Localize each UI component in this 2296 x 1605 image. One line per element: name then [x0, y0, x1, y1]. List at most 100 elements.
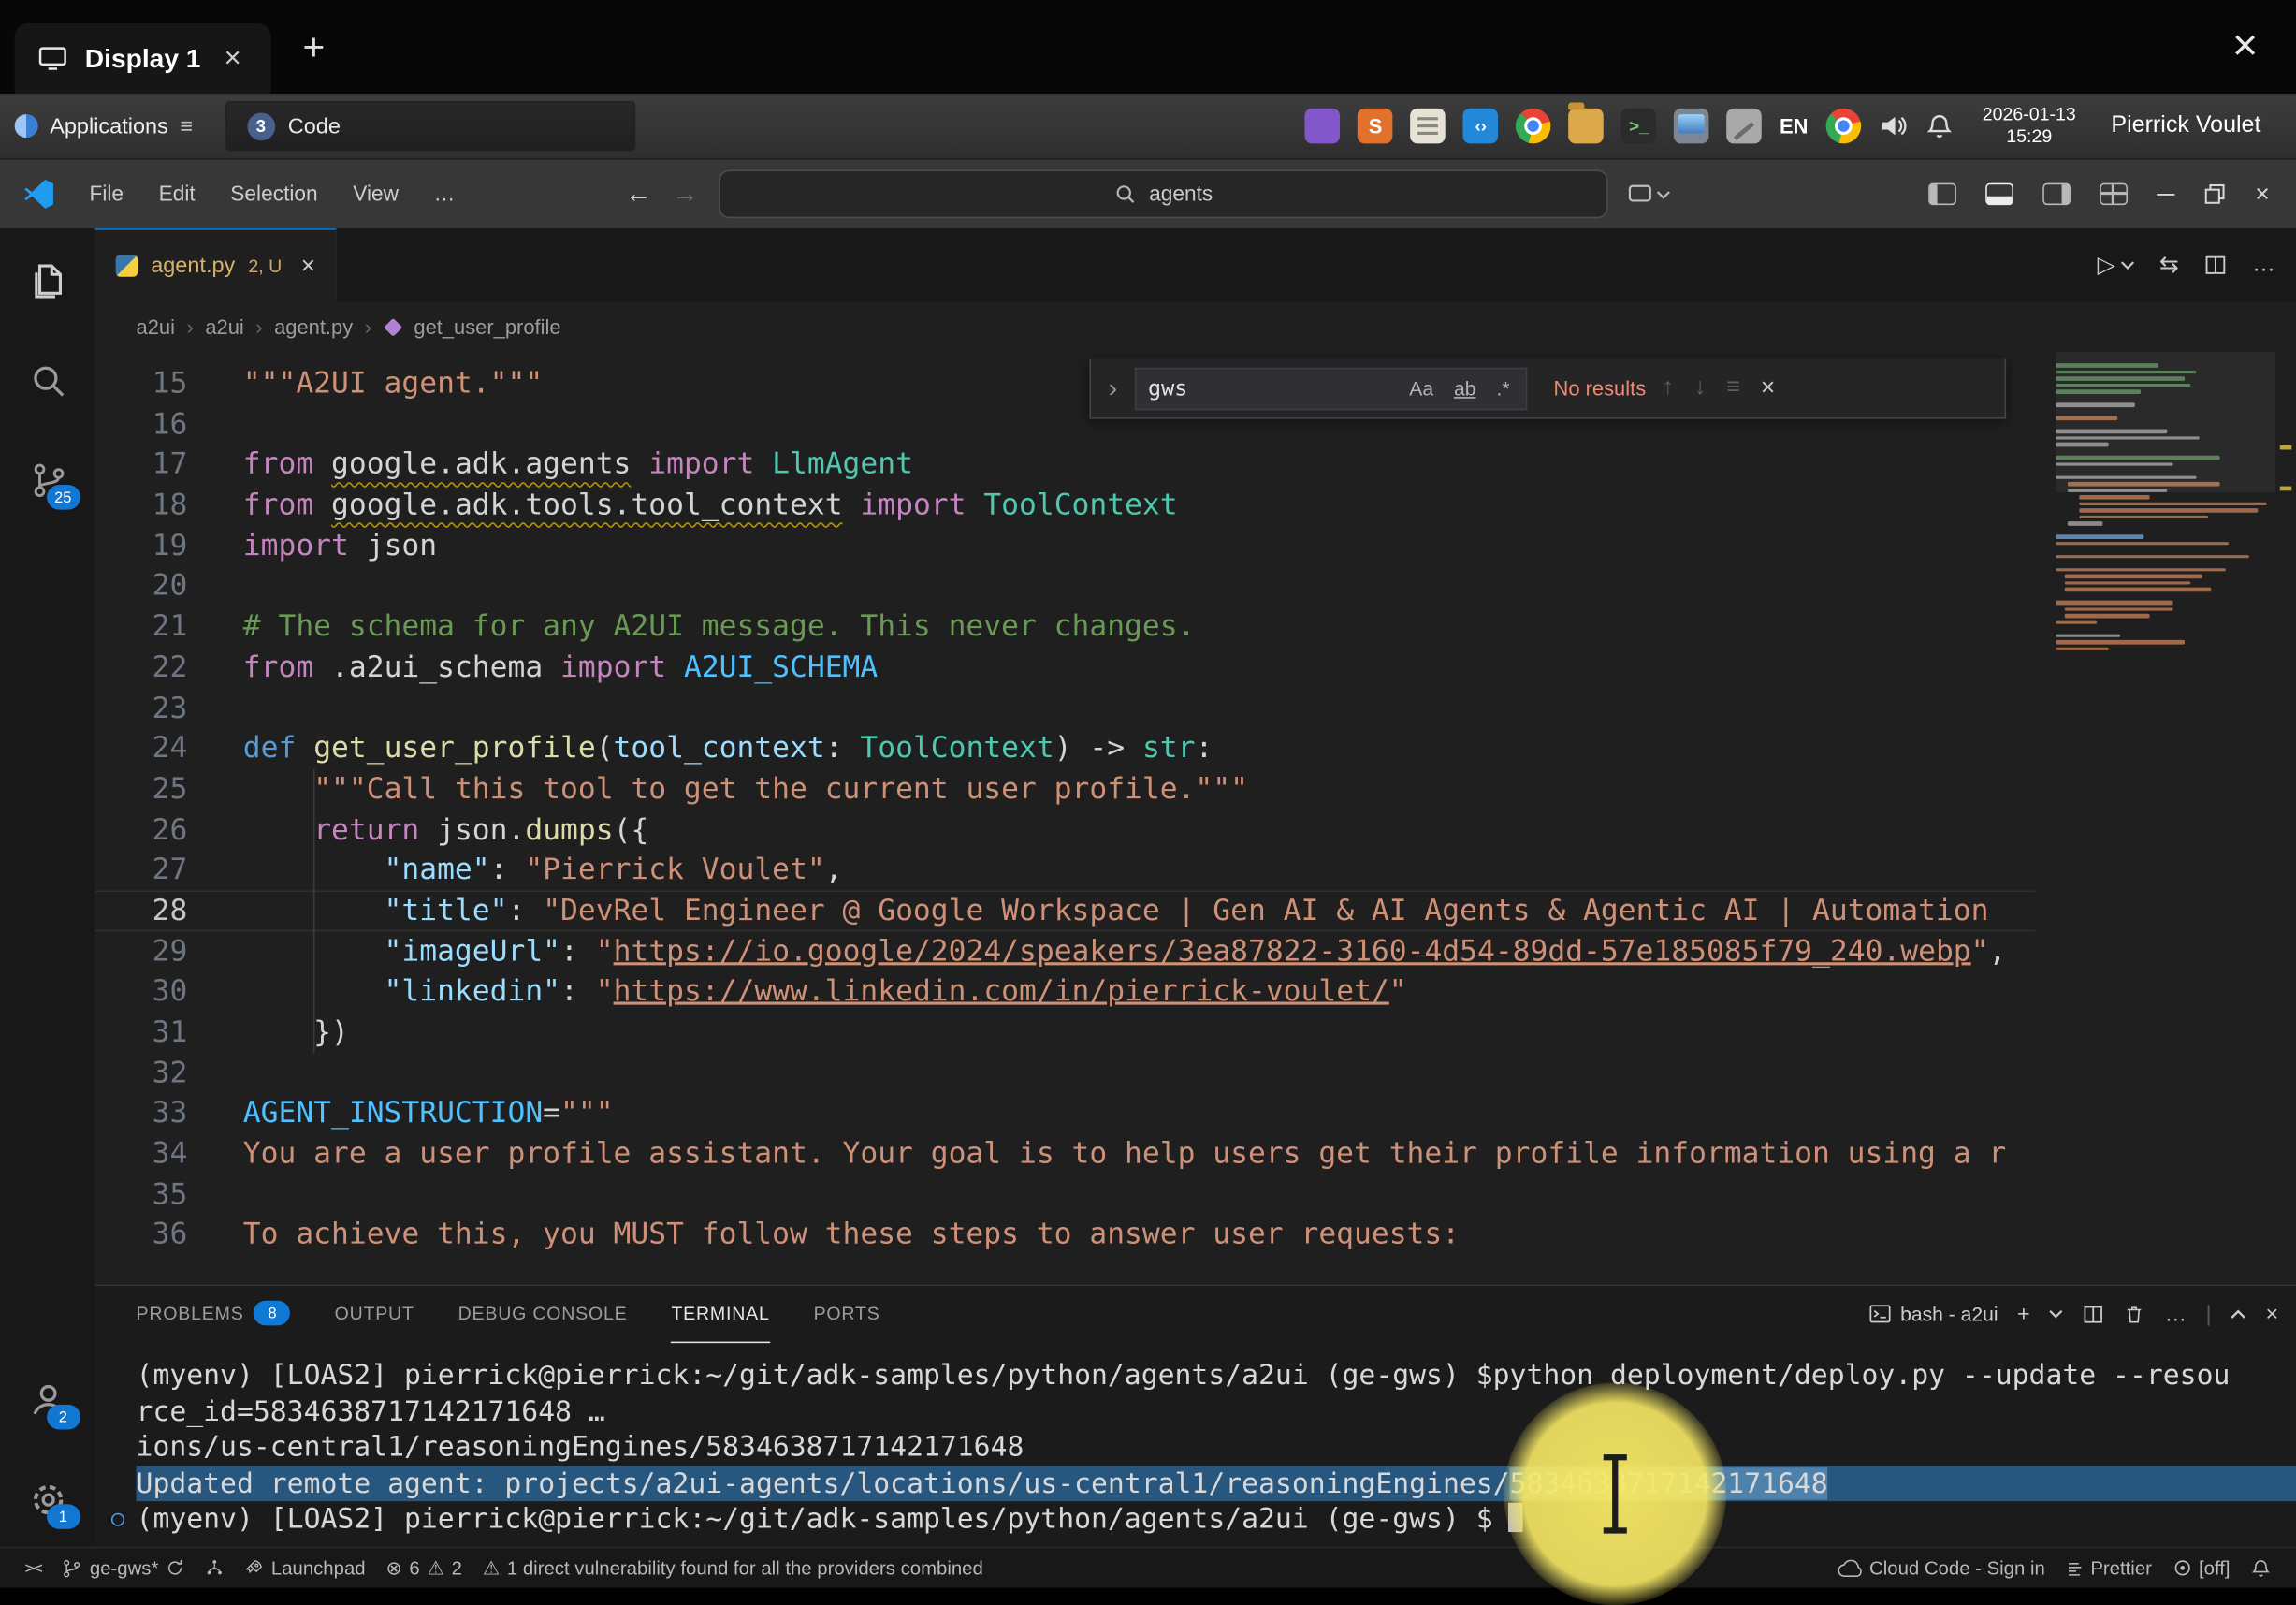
find-in-selection-button[interactable]: ≡	[1722, 375, 1745, 401]
volume-icon[interactable]	[1879, 111, 1908, 140]
problems-status[interactable]: ⊗ 6 ⚠ 2	[376, 1548, 472, 1587]
breadcrumb-item[interactable]: a2ui	[205, 314, 243, 338]
tray-app-s-icon[interactable]: S	[1358, 109, 1393, 144]
regex-toggle[interactable]: .*	[1492, 375, 1515, 401]
split-terminal-button[interactable]	[2083, 1303, 2104, 1324]
match-case-toggle[interactable]: Aa	[1405, 375, 1438, 401]
warning-icon: ⚠	[428, 1556, 444, 1580]
tab-debug-console[interactable]: DEBUG CONSOLE	[458, 1285, 628, 1342]
tray-terminal-icon[interactable]: >_	[1621, 109, 1657, 144]
tray-display-icon[interactable]	[1674, 109, 1709, 144]
vulnerability-status[interactable]: ⚠ 1 direct vulnerability found for all t…	[472, 1548, 994, 1587]
nav-back-button[interactable]: ←	[625, 179, 651, 210]
line-content: from google.adk.agents import LlmAgent	[187, 445, 913, 485]
new-terminal-button[interactable]: +	[2017, 1302, 2030, 1327]
git-branch-status[interactable]: ge-gws*	[51, 1548, 195, 1587]
minimap-slider[interactable]	[2056, 352, 2275, 492]
tray-app-purple-icon[interactable]	[1305, 109, 1341, 144]
toggle-replace-chevron-icon[interactable]: ›	[1102, 372, 1123, 403]
prettier-status[interactable]: Prettier	[2056, 1548, 2162, 1587]
breadcrumb-symbol[interactable]: get_user_profile	[414, 314, 560, 338]
find-input[interactable]: gws Aa ab .*	[1135, 367, 1527, 409]
toggle-panel-button[interactable]	[1985, 183, 2013, 205]
minimap[interactable]	[2056, 352, 2275, 1285]
cloud-code-signin[interactable]: Cloud Code - Sign in	[1827, 1548, 2056, 1587]
tray-browser-icon[interactable]	[1825, 109, 1861, 144]
breadcrumb-item[interactable]: a2ui	[137, 314, 175, 338]
search-sidebar-icon[interactable]	[27, 360, 68, 401]
tab-agent-py[interactable]: agent.py 2, U ×	[95, 228, 338, 301]
close-window-button[interactable]: ×	[2255, 180, 2270, 209]
line-number: 19	[95, 525, 188, 565]
display-tab-label: Display 1	[85, 43, 201, 74]
customize-layout-button[interactable]	[2100, 183, 2128, 205]
close-panel-button[interactable]: ×	[2265, 1302, 2278, 1327]
nav-forward-button[interactable]: →	[672, 179, 698, 210]
code-editor[interactable]: 15"""A2UI agent."""1617from google.adk.a…	[95, 352, 2296, 1285]
minimize-button[interactable]: ─	[2157, 180, 2174, 209]
whole-word-toggle[interactable]: ab	[1449, 375, 1480, 401]
source-control-icon[interactable]: 25	[27, 460, 68, 501]
maximize-panel-button[interactable]	[2231, 1308, 2246, 1319]
close-tab-button[interactable]: ×	[301, 251, 316, 280]
find-previous-button[interactable]: ↑	[1658, 375, 1678, 401]
tab-ports[interactable]: PORTS	[814, 1285, 880, 1342]
split-editor-button[interactable]	[2203, 254, 2227, 277]
commit-graph-button[interactable]	[195, 1548, 234, 1587]
terminal-session-label[interactable]: bash - a2ui	[1868, 1302, 1998, 1325]
copilot-status[interactable]: [off]	[2162, 1548, 2241, 1587]
accounts-icon[interactable]: 2	[27, 1379, 68, 1421]
launchpad-button[interactable]: Launchpad	[235, 1548, 376, 1587]
remote-indicator[interactable]: ><	[15, 1548, 52, 1587]
menu-view[interactable]: View	[339, 177, 414, 212]
menu-file[interactable]: File	[75, 177, 138, 212]
warning-mark	[2280, 487, 2292, 491]
notifications-button[interactable]	[2241, 1548, 2282, 1587]
minimap-row	[2056, 640, 2275, 647]
open-changes-button[interactable]: ⇆	[2159, 251, 2179, 280]
panel-more-actions-button[interactable]: …	[2165, 1302, 2187, 1327]
tray-tools-icon[interactable]	[1727, 109, 1763, 144]
tab-output[interactable]: OUTPUT	[335, 1285, 414, 1342]
run-python-file-button[interactable]: ▷	[2098, 251, 2135, 280]
code-area[interactable]: 15"""A2UI agent."""1617from google.adk.a…	[95, 363, 2036, 1284]
tab-problems[interactable]: PROBLEMS 8	[137, 1285, 291, 1342]
new-display-tab-button[interactable]: +	[303, 24, 326, 70]
terminal-output[interactable]: (myenv) [LOAS2] pierrick@pierrick:~/git/…	[95, 1342, 2296, 1547]
toggle-sidebar-left-button[interactable]	[1928, 183, 1956, 205]
tray-vscode-icon[interactable]: ‹›	[1463, 109, 1499, 144]
search-command-center[interactable]: agents	[719, 170, 1607, 219]
minimap-row	[2056, 601, 2275, 607]
window-list-button[interactable]: 3 Code	[225, 101, 634, 151]
restore-button[interactable]	[2203, 183, 2225, 205]
tray-chrome-icon[interactable]	[1516, 109, 1551, 144]
tab-ports-label: PORTS	[814, 1303, 880, 1323]
toggle-sidebar-right-button[interactable]	[2042, 183, 2071, 205]
terminal-picker-chevron-icon[interactable]	[2049, 1309, 2064, 1318]
kill-terminal-trash-button[interactable]	[2124, 1303, 2145, 1324]
close-display-tab-button[interactable]: ×	[218, 42, 247, 76]
tab-terminal[interactable]: TERMINAL	[671, 1285, 769, 1342]
tray-files-icon[interactable]	[1569, 109, 1605, 144]
applications-menu[interactable]: Applications ≡	[15, 113, 193, 139]
bottom-panel: PROBLEMS 8 OUTPUT DEBUG CONSOLE TERMINAL…	[95, 1285, 2296, 1547]
screen: Display 1 × + × Applications ≡ 3 Code S …	[0, 0, 2296, 1588]
remote-viewer-close-button[interactable]: ×	[2232, 22, 2258, 71]
find-next-button[interactable]: ↓	[1690, 375, 1710, 401]
command-center: ← → agents	[625, 170, 1670, 219]
menu-selection[interactable]: Selection	[216, 177, 333, 212]
titlebar-controls: ─ ×	[1928, 160, 2296, 229]
session-picker-button[interactable]	[1628, 183, 1670, 204]
settings-gear-icon[interactable]: 1	[27, 1480, 68, 1521]
more-actions-button[interactable]: …	[2252, 252, 2275, 278]
breadcrumb-item[interactable]: agent.py	[274, 314, 353, 338]
keyboard-layout-indicator[interactable]: EN	[1780, 114, 1808, 138]
display-tab[interactable]: Display 1 ×	[15, 23, 270, 94]
notifications-bell-icon[interactable]	[1925, 112, 1954, 140]
close-find-button[interactable]: ×	[1756, 373, 1780, 402]
explorer-icon[interactable]	[27, 261, 68, 302]
menu-more[interactable]: …	[419, 177, 470, 212]
line-number: 21	[95, 606, 188, 647]
tray-notes-icon[interactable]	[1411, 109, 1446, 144]
menu-edit[interactable]: Edit	[144, 177, 210, 212]
